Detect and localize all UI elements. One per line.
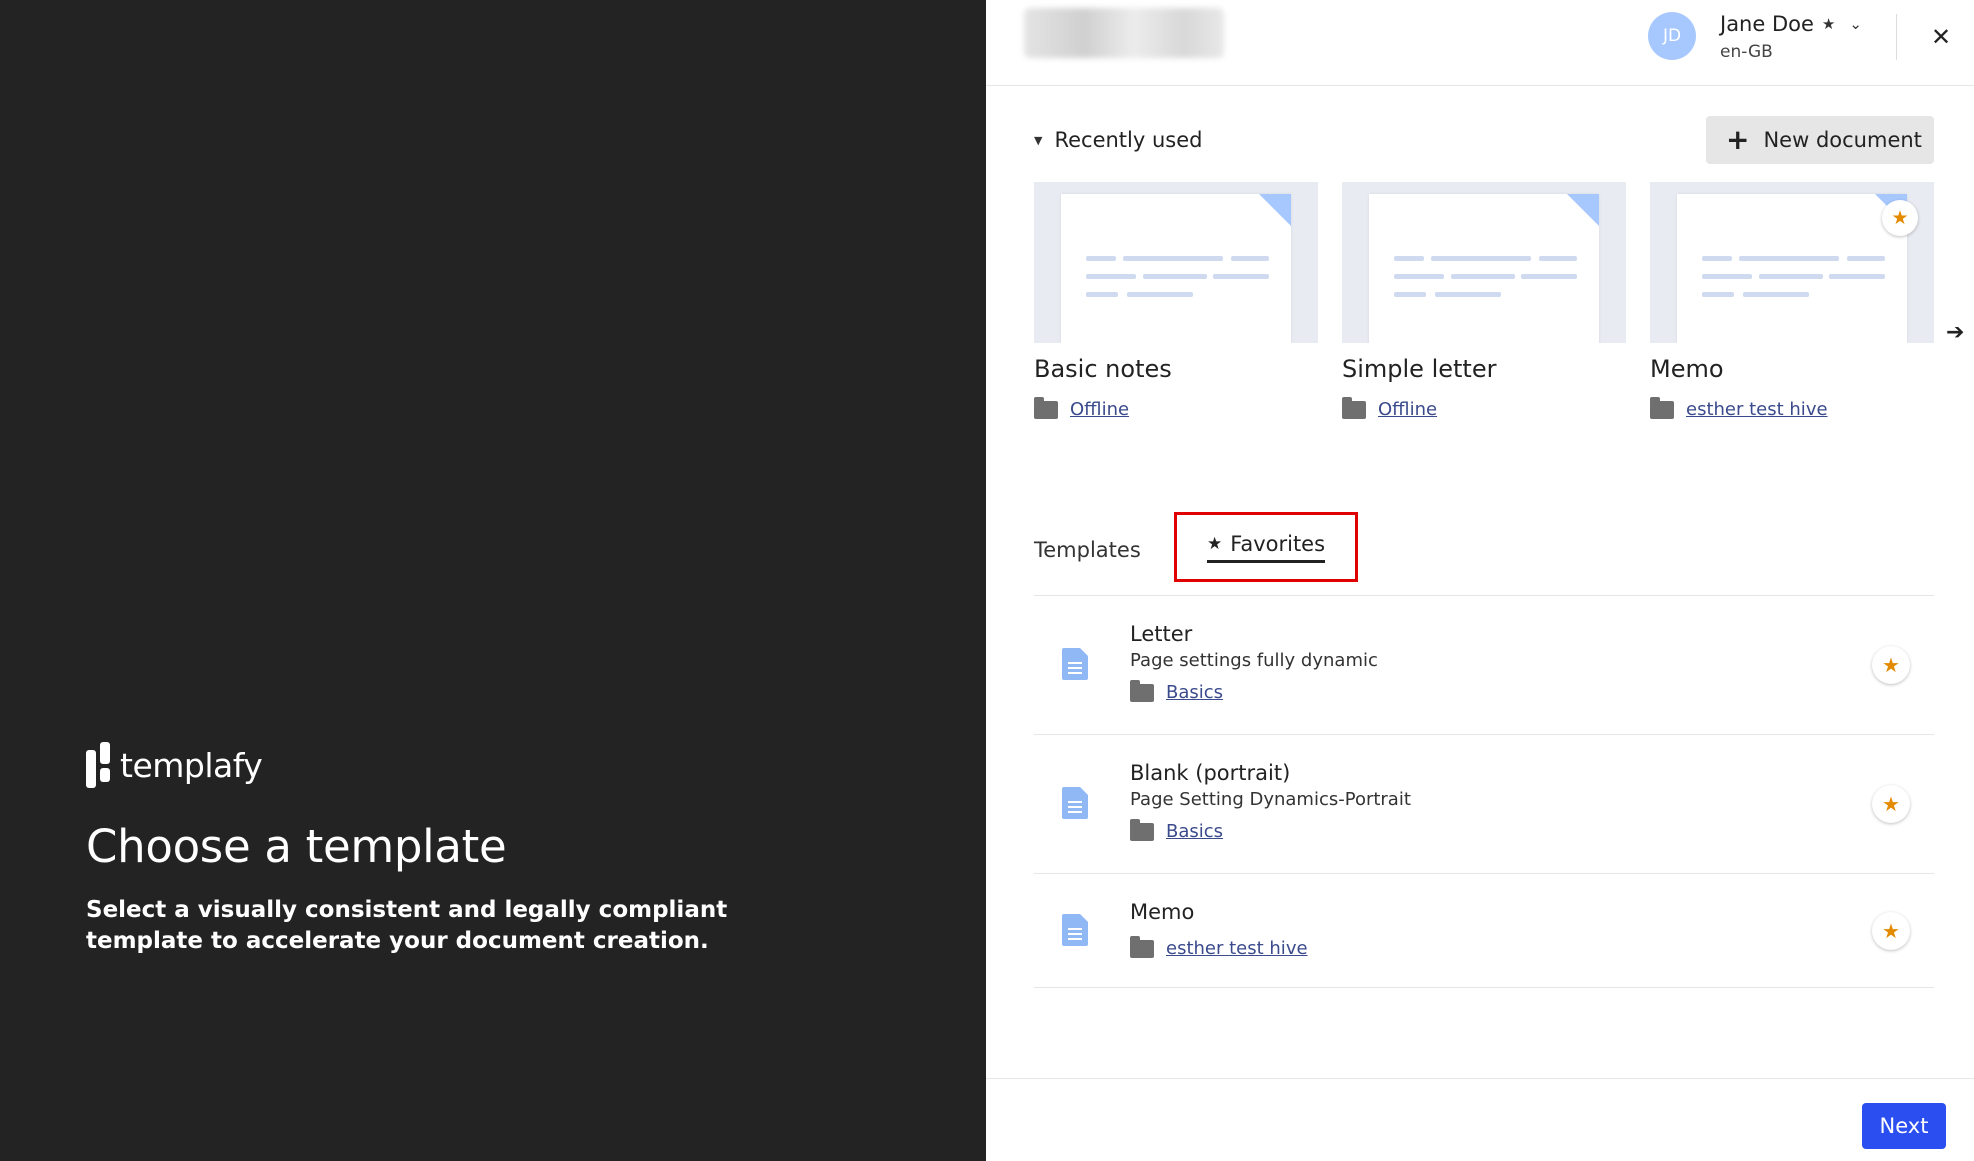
template-tabs: Templates ★ Favorites	[1034, 512, 1934, 596]
tab-templates[interactable]: Templates	[1034, 538, 1141, 562]
templafy-logo: templafy	[86, 742, 263, 788]
card-title[interactable]: Memo	[1650, 355, 1934, 383]
recently-used-toggle[interactable]: ▼ Recently used	[1034, 128, 1202, 152]
scroll-right-arrow-icon[interactable]: ➔	[1946, 320, 1964, 345]
favorite-star-icon[interactable]: ★	[1872, 646, 1910, 684]
item-subtitle: Page Setting Dynamics-Portrait	[1130, 789, 1411, 810]
tab-favorites-label: Favorites	[1230, 531, 1326, 556]
plus-icon: +	[1726, 123, 1750, 156]
company-logo	[1024, 8, 1224, 58]
chevron-down-icon[interactable]: ⌄	[1849, 15, 1862, 33]
recent-card[interactable]: ★ Memo esther test hive	[1650, 182, 1934, 420]
folder-link[interactable]: Basics	[1166, 682, 1223, 703]
item-title: Letter	[1130, 622, 1193, 646]
user-locale: en-GB	[1720, 42, 1773, 62]
card-title[interactable]: Simple letter	[1342, 355, 1626, 383]
document-icon	[1062, 914, 1088, 946]
folder-link[interactable]: Offline	[1378, 399, 1437, 420]
list-item[interactable]: Letter Page settings fully dynamic Basic…	[1034, 596, 1934, 735]
avatar[interactable]: JD	[1648, 12, 1696, 60]
close-button[interactable]: ✕	[1926, 22, 1956, 52]
brand-name: templafy	[120, 745, 263, 785]
star-icon: ★	[1206, 533, 1223, 554]
folder-link[interactable]: esther test hive	[1686, 399, 1828, 420]
new-document-label: New document	[1763, 128, 1922, 152]
document-thumbnail[interactable]: ★	[1650, 182, 1934, 343]
recent-card[interactable]: Simple letter Offline	[1342, 182, 1626, 420]
item-subtitle: Page settings fully dynamic	[1130, 650, 1378, 671]
favorite-star-icon[interactable]: ★	[1872, 785, 1910, 823]
item-title: Blank (portrait)	[1130, 761, 1291, 785]
favorite-star-icon[interactable]: ★	[1872, 912, 1910, 950]
document-icon	[1062, 648, 1088, 680]
folder-link[interactable]: Basics	[1166, 821, 1223, 842]
tab-favorites[interactable]: ★ Favorites	[1174, 512, 1358, 582]
template-chooser: JD Jane Doe ★ ⌄ en-GB ✕ ▼ Recently used …	[986, 0, 1974, 1161]
footer-bar: Next	[986, 1078, 1974, 1161]
folder-icon	[1650, 396, 1674, 419]
card-title[interactable]: Basic notes	[1034, 355, 1318, 383]
next-button[interactable]: Next	[1862, 1103, 1946, 1149]
recently-used-heading: Recently used	[1054, 128, 1203, 152]
intro-panel: templafy Choose a template Select a visu…	[0, 0, 986, 1161]
user-menu[interactable]: Jane Doe ★ ⌄	[1720, 12, 1862, 36]
document-icon	[1062, 787, 1088, 819]
folder-icon	[1130, 818, 1154, 841]
document-thumbnail[interactable]	[1342, 182, 1626, 343]
star-icon: ★	[1821, 15, 1836, 33]
list-item[interactable]: Blank (portrait) Page Setting Dynamics-P…	[1034, 735, 1934, 874]
caret-down-icon: ▼	[1034, 133, 1043, 147]
templafy-logo-icon	[86, 742, 112, 788]
document-thumbnail[interactable]	[1034, 182, 1318, 343]
favorite-star-icon[interactable]: ★	[1882, 200, 1918, 236]
favorites-list: Letter Page settings fully dynamic Basic…	[1034, 596, 1934, 988]
folder-icon	[1342, 396, 1366, 419]
folder-icon	[1130, 935, 1154, 958]
recent-card[interactable]: Basic notes Offline	[1034, 182, 1318, 420]
user-name: Jane Doe	[1720, 12, 1814, 36]
page-subtitle: Select a visually consistent and legally…	[86, 897, 728, 954]
folder-link[interactable]: esther test hive	[1166, 938, 1308, 959]
folder-icon	[1130, 679, 1154, 702]
item-title: Memo	[1130, 900, 1195, 924]
page-title: Choose a template	[86, 820, 507, 873]
header-bar: JD Jane Doe ★ ⌄ en-GB ✕	[986, 0, 1974, 86]
list-item[interactable]: Memo esther test hive ★	[1034, 874, 1934, 988]
folder-icon	[1034, 396, 1058, 419]
new-document-button[interactable]: + New document	[1706, 116, 1934, 164]
folder-link[interactable]: Offline	[1070, 399, 1129, 420]
header-divider	[1896, 14, 1897, 60]
